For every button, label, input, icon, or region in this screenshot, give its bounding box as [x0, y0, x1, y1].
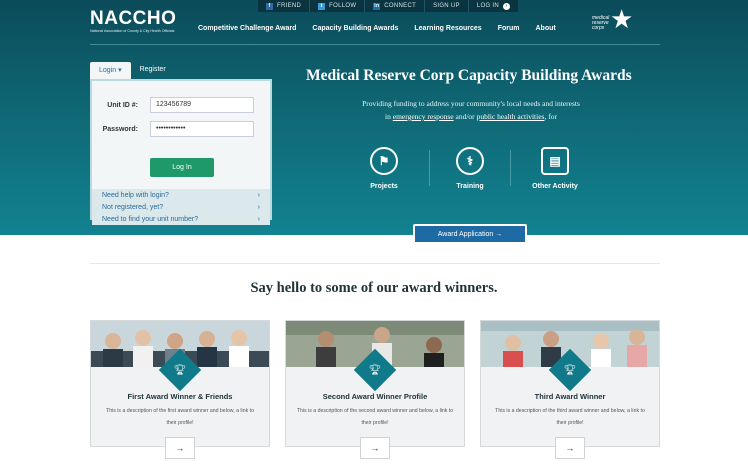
tab-login[interactable]: Login ▾: [90, 62, 131, 79]
winner-profile-link-2[interactable]: →: [360, 437, 390, 459]
chevron-right-icon: ›: [257, 203, 260, 211]
password-row: Password: ••••••••••••: [92, 121, 254, 137]
flag-icon: ⚑: [370, 147, 398, 175]
clipboard-icon: ▤: [541, 147, 569, 175]
password-input[interactable]: ••••••••••••: [150, 121, 254, 137]
login-help-links: Need help with login? › Not registered, y…: [92, 189, 270, 225]
winner-card-3: 🏆︎ Third Award Winner This is a descript…: [480, 320, 660, 459]
mrc-logo[interactable]: medical reserve corps ★: [592, 6, 638, 36]
winner-title-3: Third Award Winner: [534, 392, 606, 401]
topbar-follow-label: FOLLOW: [329, 3, 357, 9]
facebook-icon: f: [266, 2, 273, 10]
winner-profile-link-1[interactable]: →: [165, 437, 195, 459]
winner-desc-2: This is a description of the second awar…: [296, 408, 454, 426]
arrow-right-icon: →: [370, 443, 380, 453]
logo-subtitle: National Association of County & City He…: [90, 29, 175, 33]
hero-subtitle: Providing funding to address your commun…: [316, 97, 626, 123]
section-divider: [90, 263, 660, 264]
emergency-response-link[interactable]: emergency response: [393, 112, 454, 121]
hero-subtitle-end: , for: [544, 112, 557, 121]
winners-heading: Say hello to some of our award winners.: [250, 280, 498, 296]
chevron-right-icon: ›: [257, 191, 260, 199]
arrow-circle-icon: ›: [502, 2, 510, 10]
feature-training[interactable]: ⚕ Training: [435, 147, 505, 190]
unit-id-label: Unit ID #:: [107, 101, 138, 109]
social-topbar: f FRIEND t FOLLOW in CONNECT SIGN UP LOG IN…: [258, 0, 518, 12]
winner-desc-1: This is a description of the first award…: [106, 408, 254, 426]
stethoscope-icon: ⚕: [456, 147, 484, 175]
winner-card-1: 🏆︎ First Award Winner & Friends This is …: [90, 320, 270, 459]
help-unit-label: Need to find your unit number?: [102, 215, 199, 223]
public-health-link[interactable]: public health activities: [477, 112, 545, 121]
feature-other-activity[interactable]: ▤ Other Activity: [520, 147, 590, 190]
feature-projects[interactable]: ⚑ Projects: [349, 147, 419, 190]
winner-title-1: First Award Winner & Friends: [127, 392, 233, 401]
nav-learning-resources[interactable]: Learning Resources: [414, 25, 481, 32]
logo-name: NACCHO: [90, 8, 177, 29]
arrow-right-icon: →: [565, 443, 575, 453]
hero-subtitle-in: in: [385, 112, 391, 121]
login-button[interactable]: Log In: [150, 158, 214, 177]
unit-id-row: Unit ID #: 123456789: [92, 97, 254, 113]
login-panel: Login ▾ Register Unit ID #: 123456789 Pa…: [90, 62, 272, 225]
feature-divider: [510, 150, 511, 186]
topbar-signup[interactable]: SIGN UP: [425, 0, 469, 12]
header-divider: [90, 44, 660, 45]
naccho-logo[interactable]: NACCHO National Association of County & …: [90, 8, 176, 33]
trophy-icon: 🏆︎: [368, 364, 382, 376]
hero-title: Medical Reserve Corp Capacity Building A…: [306, 67, 632, 84]
trophy-icon: 🏆︎: [563, 364, 577, 376]
winner-title-2: Second Award Winner Profile: [322, 392, 428, 401]
nav-competitive-challenge[interactable]: Competitive Challenge Award: [198, 25, 296, 32]
trophy-icon: 🏆︎: [173, 364, 187, 376]
nav-capacity-building[interactable]: Capacity Building Awards: [312, 25, 398, 32]
chevron-right-icon: ›: [257, 215, 260, 223]
winner-desc-3: This is a description of the third award…: [495, 408, 645, 426]
topbar-signup-label: SIGN UP: [433, 3, 460, 9]
twitter-icon: t: [318, 2, 326, 10]
help-register-link[interactable]: Not registered, yet? ›: [92, 201, 270, 213]
topbar-friend[interactable]: f FRIEND: [258, 0, 311, 12]
star-icon: ★: [610, 4, 634, 34]
nav-about[interactable]: About: [535, 25, 555, 32]
help-login-label: Need help with login?: [102, 191, 169, 199]
winner-card-2: 🏆︎ Second Award Winner Profile This is a…: [285, 320, 465, 459]
topbar-connect-label: CONNECT: [384, 3, 417, 9]
topbar-login-label: LOG IN: [476, 3, 499, 9]
feature-training-label: Training: [456, 183, 484, 190]
feature-projects-label: Projects: [370, 183, 398, 190]
topbar-connect[interactable]: in CONNECT: [365, 0, 426, 12]
feature-other-activity-label: Other Activity: [532, 183, 578, 190]
linkedin-icon: in: [373, 2, 381, 10]
hero-subtitle-line1: Providing funding to address your commun…: [362, 99, 580, 108]
login-tabs: Login ▾ Register: [90, 62, 272, 79]
login-form: Unit ID #: 123456789 Password: •••••••••…: [90, 79, 272, 225]
main-nav: Competitive Challenge Award Capacity Bui…: [198, 25, 556, 32]
topbar-login[interactable]: LOG IN ›: [469, 0, 518, 12]
help-unit-link[interactable]: Need to find your unit number? ›: [92, 213, 270, 225]
winner-profile-link-3[interactable]: →: [555, 437, 585, 459]
password-label: Password:: [102, 125, 138, 133]
help-register-label: Not registered, yet?: [102, 203, 164, 211]
topbar-follow[interactable]: t FOLLOW: [310, 0, 366, 12]
arrow-right-icon: →: [175, 443, 185, 453]
tab-register[interactable]: Register: [131, 62, 175, 79]
award-application-button[interactable]: Award Application →: [413, 224, 527, 244]
unit-id-input[interactable]: 123456789: [150, 97, 254, 113]
nav-forum[interactable]: Forum: [498, 25, 520, 32]
hero-subtitle-and: and/or: [455, 112, 475, 121]
feature-divider: [429, 150, 430, 186]
help-login-link[interactable]: Need help with login? ›: [92, 189, 270, 201]
topbar-friend-label: FRIEND: [277, 3, 302, 9]
